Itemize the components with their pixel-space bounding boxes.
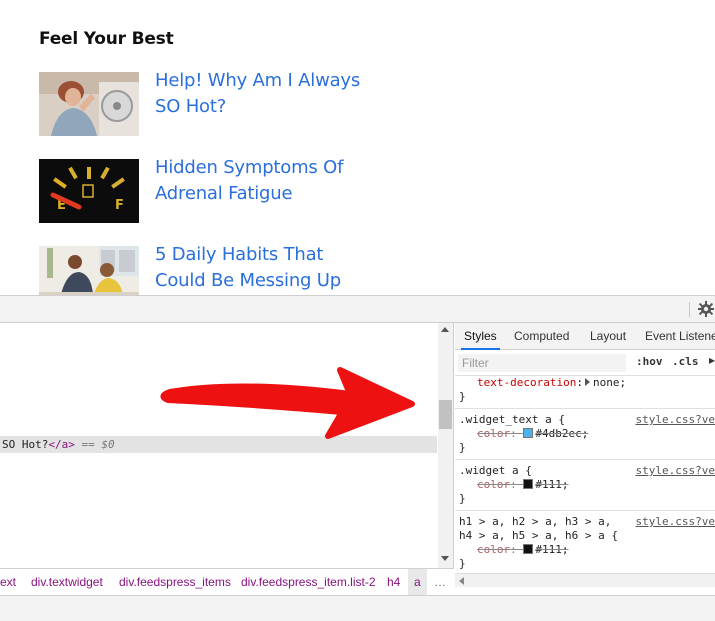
hov-toggle[interactable]: :hov [636,355,663,368]
styles-filter-input[interactable] [458,354,626,372]
article-thumbnail-hot-woman[interactable] [39,72,139,136]
rule-close-brace: } [459,492,466,505]
toolbar-divider [689,302,690,317]
selected-marker: == $0 [81,438,115,451]
color-swatch-icon[interactable] [523,479,534,489]
styles-pane: Styles Computed Layout Event Listene :ho… [455,323,715,595]
widget-title: Feel Your Best [39,29,174,49]
rule-source-link[interactable]: style.css?ve [636,464,715,478]
scroll-up-icon[interactable] [441,327,449,332]
style-rule: h1 > a, h2 > a, h3 > a, h4 > a, h5 > a, … [455,511,715,575]
decl-value: none; [592,376,627,389]
elements-scrollbar[interactable] [438,323,453,568]
article-thumbnail-fuel-gauge[interactable]: E F [39,159,139,223]
style-rules-list: text-decoration: none; } .widget_text a {… [455,376,715,575]
breadcrumb-item[interactable]: div.textwidget [31,569,103,595]
scrollbar-thumb[interactable] [439,400,452,429]
breadcrumb-item[interactable]: div.feedspress_items [119,569,231,595]
decl-value: #4db2ec; [535,427,589,440]
article-link-adrenal-fatigue[interactable]: Hidden Symptoms Of Adrenal Fatigue [155,155,365,207]
list-item: 5 Daily Habits That Could Be Messing Up [39,244,369,295]
annotation-arrow-icon [160,367,415,439]
add-rule-icon[interactable]: ▸ [709,353,715,367]
svg-text:F: F [115,198,124,213]
scroll-left-icon[interactable] [459,577,464,585]
node-text: SO Hot? [2,438,49,451]
rule-source-link[interactable]: style.css?ve [636,413,715,427]
style-rule: .widget a { style.css?ve color: #111; } [455,460,715,511]
decl-value: #111; [535,543,569,556]
rule-close-brace: } [459,390,466,403]
breadcrumb-item[interactable]: h4 [387,569,400,595]
article-link-always-so-hot[interactable]: Help! Why Am I Always SO Hot? [155,68,365,120]
decl-property: text-decoration [477,376,577,389]
devtools-panel: SO Hot?</a> == $0 ext div.textwidget div… [0,295,715,621]
sidebar-tabs: Styles Computed Layout Event Listene [455,323,715,350]
style-declaration[interactable]: color: #111; [459,543,715,557]
node-close-tag: </a> [48,438,75,451]
color-swatch-icon[interactable] [523,544,534,554]
color-swatch-icon[interactable] [523,428,534,438]
gear-icon[interactable] [697,300,715,318]
style-rule: text-decoration: none; } [455,376,715,409]
expand-triangle-icon[interactable] [584,378,590,386]
web-page-viewport: Feel Your Best Help! Why Am I Always SO … [0,0,715,295]
article-link-daily-habits[interactable]: 5 Daily Habits That Could Be Messing Up [155,242,365,294]
breadcrumb: ext div.textwidget div.feedspress_items … [0,568,454,595]
rule-source-link[interactable]: style.css?ve [636,515,715,529]
decl-property: color [477,543,511,556]
style-declaration[interactable]: color: #111; [459,478,715,492]
devtools-toolbar [0,296,715,323]
list-item: E F Hidden Symptoms Of Adrenal Fatigue [39,157,369,229]
style-rule: .widget_text a { style.css?ve color: #4d… [455,409,715,460]
rule-close-brace: } [459,441,466,454]
list-item: Help! Why Am I Always SO Hot? [39,70,369,142]
style-declaration[interactable]: color: #4db2ec; [459,427,715,441]
tab-computed[interactable]: Computed [514,323,569,350]
styles-horizontal-scrollbar[interactable] [455,573,715,587]
breadcrumb-more[interactable]: … [434,569,446,595]
breadcrumb-item[interactable]: ext [0,569,16,595]
cls-toggle[interactable]: .cls [672,355,699,368]
decl-property: color [477,427,511,440]
tab-styles[interactable]: Styles [461,323,500,350]
decl-value: #111; [535,478,569,491]
devtools-drawer-bar [0,595,715,621]
breadcrumb-item[interactable]: div.feedspress_item.list-2 [241,569,376,595]
style-declaration[interactable]: text-decoration: none; [459,376,715,390]
tab-event-listeners[interactable]: Event Listene [645,323,715,350]
filter-bar: :hov .cls ▸ [455,350,715,376]
rule-close-brace: } [459,557,466,570]
breadcrumb-item-selected[interactable]: a [408,569,427,595]
tab-layout[interactable]: Layout [590,323,626,350]
decl-property: color [477,478,511,491]
scroll-down-icon[interactable] [441,556,449,561]
article-thumbnail-couple-desk[interactable] [39,246,139,295]
